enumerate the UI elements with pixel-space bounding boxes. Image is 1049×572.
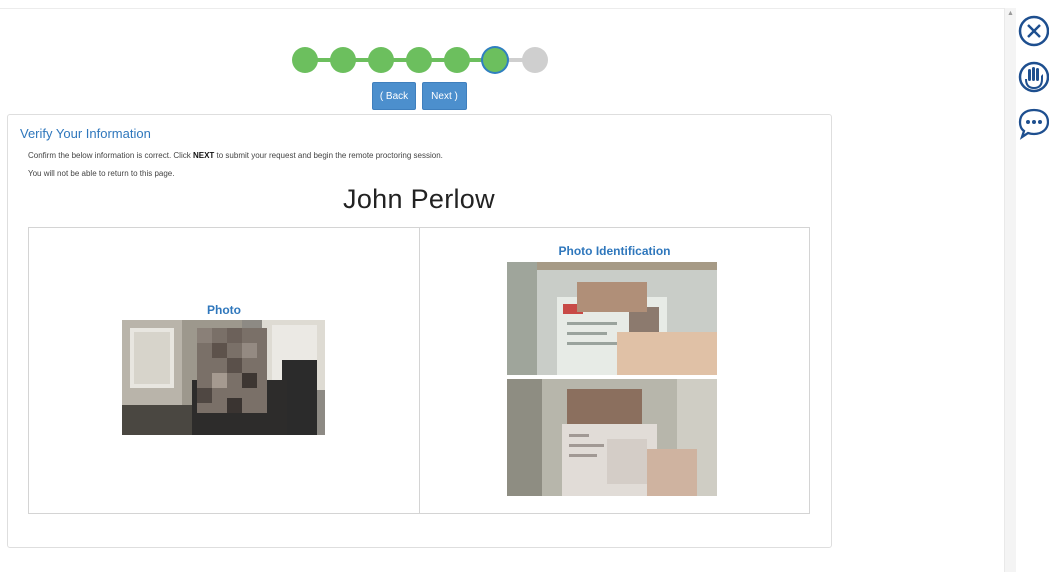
candidate-name: John Perlow <box>343 184 495 214</box>
progress-step-3 <box>368 47 394 73</box>
back-button[interactable]: ( Back <box>372 82 416 110</box>
next-keyword: NEXT <box>192 151 215 160</box>
panel-title: Verify Your Information <box>20 126 151 141</box>
progress-step-4 <box>406 47 432 73</box>
vertical-scrollbar[interactable]: ▲ <box>1004 8 1016 572</box>
raise-hand-icon[interactable] <box>1017 60 1049 94</box>
top-divider <box>0 8 1004 9</box>
progress-step-1 <box>292 47 318 73</box>
progress-step-6-current <box>483 48 507 72</box>
close-circle-icon[interactable] <box>1017 14 1049 48</box>
instructions-line-1: Confirm the below information is correct… <box>28 151 443 160</box>
progress-step-2 <box>330 47 356 73</box>
candidate-photo <box>122 320 325 435</box>
photo-id-label: Photo Identification <box>558 244 671 258</box>
side-toolbar <box>1016 8 1049 572</box>
photo-id-image-1 <box>507 262 717 375</box>
next-button[interactable]: Next ) <box>422 82 467 110</box>
progress-step-7 <box>522 47 548 73</box>
chat-icon[interactable] <box>1017 106 1049 140</box>
progress-tracker <box>292 47 548 73</box>
progress-step-5 <box>444 47 470 73</box>
photo-label: Photo <box>207 303 241 317</box>
photo-id-image-2 <box>507 379 717 496</box>
instructions-line-2: You will not be able to return to this p… <box>28 169 175 178</box>
scroll-up-arrow-icon[interactable]: ▲ <box>1007 10 1014 18</box>
